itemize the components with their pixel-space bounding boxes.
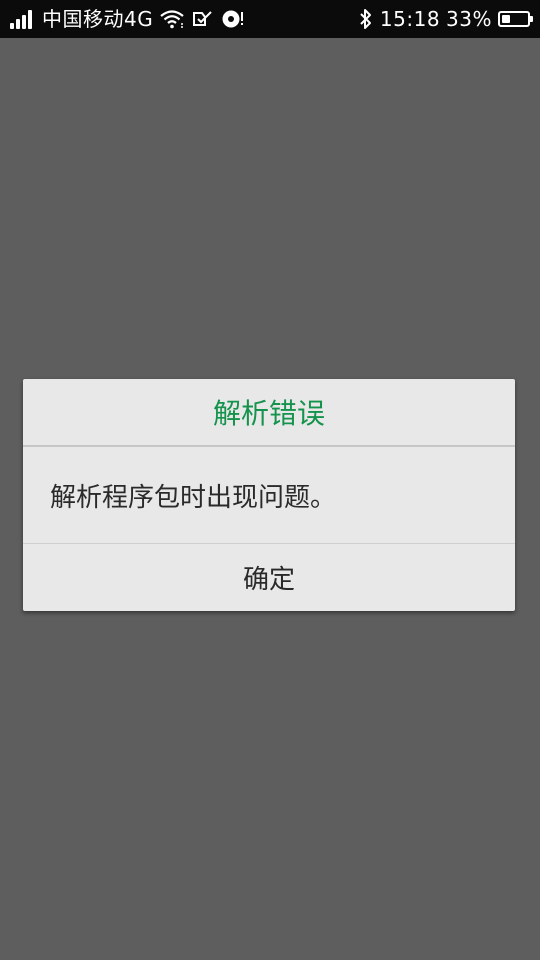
parse-error-dialog: 解析错误 解析程序包时出现问题。 确定 [23,379,515,611]
clock-label: 15:18 [379,7,441,31]
dialog-message: 解析程序包时出现问题。 [23,447,515,544]
notification-icon [191,9,215,29]
bluetooth-icon [358,8,374,30]
ok-button[interactable]: 确定 [23,544,515,611]
dialog-title: 解析错误 [23,379,515,447]
battery-percent-label: 33% [446,7,492,31]
status-bar-right: 15:18 33% [358,7,533,31]
battery-level [502,15,510,23]
wifi-icon [159,9,185,29]
status-bar: 中国移动4G 15:18 33% [0,0,540,38]
carrier-label: 中国移动4G [42,7,154,31]
status-bar-left: 中国移动4G [10,9,245,29]
signal-icon [10,9,36,29]
battery-icon [498,11,533,27]
sync-icon [221,9,245,29]
